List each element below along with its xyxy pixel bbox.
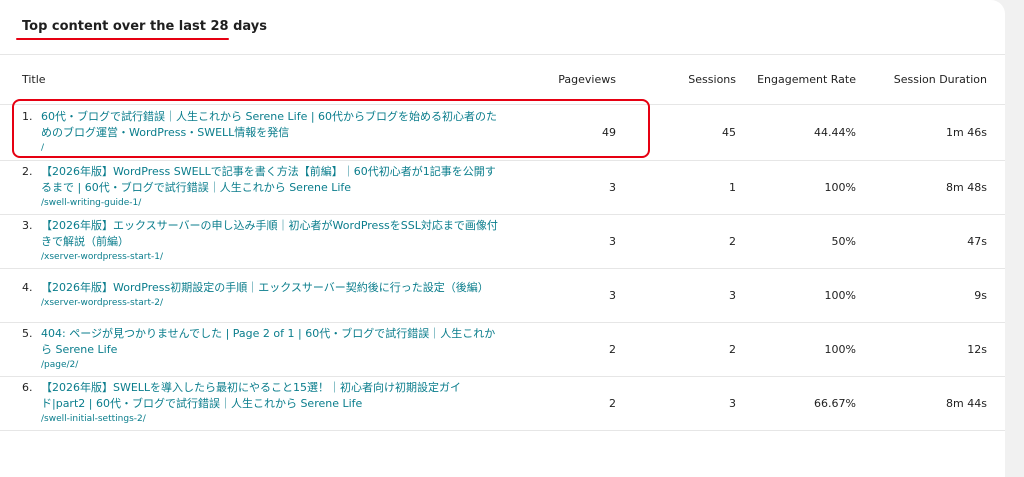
row-engagement-rate: 100% (736, 322, 856, 377)
row-sessions: 2 (616, 214, 736, 269)
row-sessions: 2 (616, 322, 736, 377)
row-engagement-rate: 100% (736, 160, 856, 215)
table-row: 1. 60代・ブログで試行錯誤｜人生これから Serene Life | 60代… (0, 104, 1005, 161)
row-rank: 3. (22, 219, 33, 232)
row-pageviews: 2 (520, 322, 616, 377)
row-page-path-link[interactable]: /page/2/ (41, 359, 501, 372)
row-session-duration: 47s (856, 214, 1005, 269)
header-title[interactable]: Title (0, 56, 520, 105)
header-sessions[interactable]: Sessions (616, 56, 736, 105)
table-row: 6. 【2026年版】SWELLを導入したら最初にやること15選！｜初心者向け初… (0, 376, 1005, 431)
row-page-title-link[interactable]: 【2026年版】WordPress初期設定の手順｜エックスサーバー契約後に行った… (41, 280, 501, 296)
row-session-duration: 8m 48s (856, 160, 1005, 215)
row-page-title-link[interactable]: 【2026年版】エックスサーバーの申し込み手順｜初心者がWordPressをSS… (41, 218, 501, 250)
row-page-title-link[interactable]: 【2026年版】SWELLを導入したら最初にやること15選！｜初心者向け初期設定… (41, 380, 501, 412)
row-session-duration: 8m 44s (856, 376, 1005, 431)
row-page-title-link[interactable]: 404: ページが見つかりませんでした | Page 2 of 1 | 60代・… (41, 326, 501, 358)
top-content-card: Top content over the last 28 days Title … (0, 0, 1005, 477)
row-title-cell: 2. 【2026年版】WordPress SWELLで記事を書く方法【前編】｜6… (0, 160, 520, 215)
row-rank: 6. (22, 381, 33, 394)
row-sessions: 45 (616, 104, 736, 161)
row-title-cell: 3. 【2026年版】エックスサーバーの申し込み手順｜初心者がWordPress… (0, 214, 520, 269)
table-row: 5. 404: ページが見つかりませんでした | Page 2 of 1 | 6… (0, 322, 1005, 377)
row-page-path-link[interactable]: /xserver-wordpress-start-2/ (41, 297, 501, 310)
title-underline-annotation (16, 38, 229, 40)
table-row: 3. 【2026年版】エックスサーバーの申し込み手順｜初心者がWordPress… (0, 214, 1005, 269)
row-engagement-rate: 100% (736, 268, 856, 323)
row-rank: 1. (22, 110, 33, 123)
card-header: Top content over the last 28 days (0, 0, 1005, 55)
row-session-duration: 9s (856, 268, 1005, 323)
card-title: Top content over the last 28 days (22, 19, 268, 34)
row-pageviews: 3 (520, 160, 616, 215)
row-pageviews: 2 (520, 376, 616, 431)
table-row: 2. 【2026年版】WordPress SWELLで記事を書く方法【前編】｜6… (0, 160, 1005, 215)
header-engagement-rate[interactable]: Engagement Rate (736, 56, 856, 105)
row-session-duration: 1m 46s (856, 104, 1005, 161)
row-sessions: 1 (616, 160, 736, 215)
row-pageviews: 49 (520, 104, 616, 161)
table-header-row: Title Pageviews Sessions Engagement Rate… (0, 56, 1005, 105)
row-rank: 2. (22, 165, 33, 178)
top-content-table: Title Pageviews Sessions Engagement Rate… (0, 56, 1005, 431)
row-page-path-link[interactable]: /xserver-wordpress-start-1/ (41, 251, 501, 264)
row-page-title-link[interactable]: 【2026年版】WordPress SWELLで記事を書く方法【前編】｜60代初… (41, 164, 501, 196)
row-sessions: 3 (616, 376, 736, 431)
row-title-cell: 4. 【2026年版】WordPress初期設定の手順｜エックスサーバー契約後に… (0, 268, 520, 323)
row-title-cell: 5. 404: ページが見つかりませんでした | Page 2 of 1 | 6… (0, 322, 520, 377)
row-title-cell: 6. 【2026年版】SWELLを導入したら最初にやること15選！｜初心者向け初… (0, 376, 520, 431)
row-rank: 4. (22, 281, 33, 294)
row-sessions: 3 (616, 268, 736, 323)
row-pageviews: 3 (520, 214, 616, 269)
row-page-path-link[interactable]: /swell-initial-settings-2/ (41, 413, 501, 426)
row-engagement-rate: 66.67% (736, 376, 856, 431)
header-pageviews[interactable]: Pageviews (520, 56, 616, 105)
row-page-path-link[interactable]: /swell-writing-guide-1/ (41, 197, 501, 210)
row-page-path-link[interactable]: / (41, 142, 501, 155)
table-row: 4. 【2026年版】WordPress初期設定の手順｜エックスサーバー契約後に… (0, 268, 1005, 323)
row-session-duration: 12s (856, 322, 1005, 377)
row-page-title-link[interactable]: 60代・ブログで試行錯誤｜人生これから Serene Life | 60代からブ… (41, 109, 501, 141)
row-title-cell: 1. 60代・ブログで試行錯誤｜人生これから Serene Life | 60代… (0, 104, 520, 161)
header-session-duration[interactable]: Session Duration (856, 56, 1005, 105)
row-engagement-rate: 44.44% (736, 104, 856, 161)
row-engagement-rate: 50% (736, 214, 856, 269)
row-rank: 5. (22, 327, 33, 340)
row-pageviews: 3 (520, 268, 616, 323)
